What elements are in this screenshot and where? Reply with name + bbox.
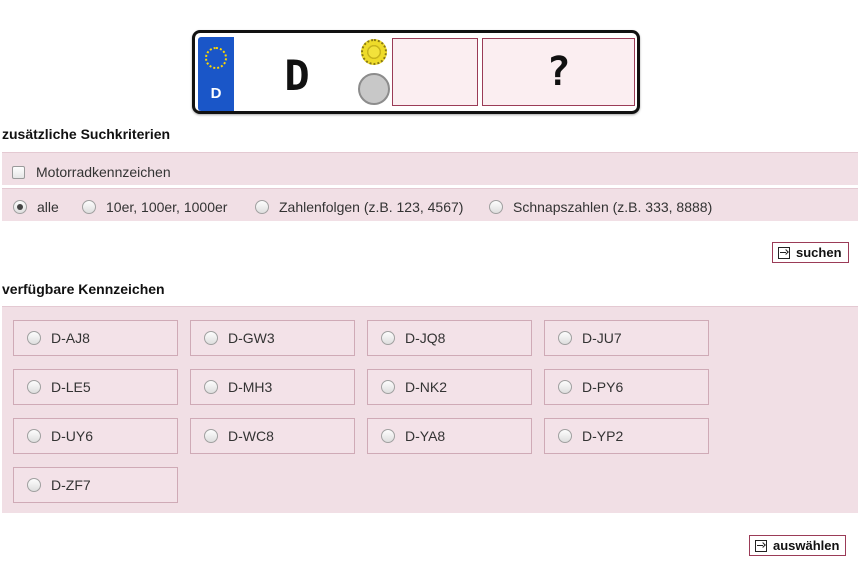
plate-radio[interactable] [27, 478, 41, 492]
plate-option-label: D-NK2 [405, 379, 448, 395]
plate-radio[interactable] [27, 380, 41, 394]
plate-option-label: D-MH3 [228, 379, 273, 395]
plate-radio[interactable] [558, 331, 572, 345]
plate-radio[interactable] [381, 429, 395, 443]
filter-label: Schnapszahlen (z.B. 333, 8888) [513, 199, 713, 215]
plate-option[interactable]: D-PY6 [544, 369, 709, 405]
plate-option-label: D-PY6 [582, 379, 624, 395]
plate-option-label: D-AJ8 [51, 330, 90, 346]
plate-radio[interactable] [204, 380, 218, 394]
filter-label: 10er, 100er, 1000er [106, 199, 228, 215]
plate-radio[interactable] [27, 429, 41, 443]
plate-option[interactable]: D-MH3 [190, 369, 355, 405]
available-plates-panel: D-AJ8 D-GW3 D-JQ8 D-JU7 D-LE5 D-MH3 D-NK… [2, 306, 858, 513]
plate-numbers-field[interactable]: ? [482, 38, 635, 106]
arrow-right-icon [755, 539, 767, 552]
plate-option-label: D-GW3 [228, 330, 275, 346]
search-button[interactable]: suchen [772, 242, 849, 263]
plate-option[interactable]: D-JQ8 [367, 320, 532, 356]
plate-option[interactable]: D-GW3 [190, 320, 355, 356]
plate-option[interactable]: D-WC8 [190, 418, 355, 454]
motorcycle-label: Motorradkennzeichen [36, 164, 171, 180]
filter-label: Zahlenfolgen (z.B. 123, 4567) [279, 199, 464, 215]
plate-option[interactable]: D-ZF7 [13, 467, 178, 503]
arrow-right-icon [778, 246, 790, 259]
inspection-sticker-icon [361, 39, 387, 65]
select-button[interactable]: auswählen [749, 535, 847, 556]
search-button-label: suchen [796, 245, 842, 260]
plate-option[interactable]: D-JU7 [544, 320, 709, 356]
plate-option-label: D-JU7 [582, 330, 622, 346]
filter-radio-all[interactable] [13, 200, 27, 214]
filter-radio-sequences[interactable] [255, 200, 269, 214]
plate-option-label: D-UY6 [51, 428, 94, 444]
plate-option[interactable]: D-AJ8 [13, 320, 178, 356]
plate-option-label: D-JQ8 [405, 330, 446, 346]
eu-band: D [198, 37, 234, 111]
select-button-label: auswählen [773, 538, 840, 553]
plate-option-label: D-YA8 [405, 428, 446, 444]
motorcycle-row: Motorradkennzeichen [2, 152, 858, 185]
filter-option-round[interactable]: 10er, 100er, 1000er [82, 197, 227, 217]
motorcycle-checkbox-label[interactable]: Motorradkennzeichen [12, 162, 171, 182]
plate-option-label: D-YP2 [582, 428, 624, 444]
plate-option[interactable]: D-NK2 [367, 369, 532, 405]
plate-option[interactable]: D-YP2 [544, 418, 709, 454]
plate-radio[interactable] [27, 331, 41, 345]
plate-district: D [284, 50, 310, 100]
plate-radio[interactable] [558, 380, 572, 394]
plate-option[interactable]: D-UY6 [13, 418, 178, 454]
plate-letters-field[interactable] [392, 38, 478, 106]
plate-option-label: D-LE5 [51, 379, 91, 395]
motorcycle-checkbox[interactable] [12, 165, 25, 179]
filter-radio-round[interactable] [82, 200, 96, 214]
number-filter-row: alle 10er, 100er, 1000er Zahlenfolgen (z… [2, 188, 858, 221]
filter-option-sequences[interactable]: Zahlenfolgen (z.B. 123, 4567) [255, 197, 463, 217]
filter-radio-repdigits[interactable] [489, 200, 503, 214]
filter-label: alle [37, 199, 59, 215]
license-plate-preview: D D ? [192, 30, 640, 114]
plate-option[interactable]: D-YA8 [367, 418, 532, 454]
eu-stars-icon [205, 47, 227, 69]
plate-option-label: D-ZF7 [51, 477, 91, 493]
registration-seal-icon [358, 73, 390, 105]
country-code: D [210, 85, 222, 102]
plate-option[interactable]: D-LE5 [13, 369, 178, 405]
search-criteria-heading: zusätzliche Suchkriterien [2, 126, 171, 142]
plate-radio[interactable] [558, 429, 572, 443]
plate-option-label: D-WC8 [228, 428, 274, 444]
filter-option-repdigits[interactable]: Schnapszahlen (z.B. 333, 8888) [489, 197, 712, 217]
available-plates-heading: verfügbare Kennzeichen [2, 281, 165, 297]
filter-option-all[interactable]: alle [13, 197, 59, 217]
plate-radio[interactable] [381, 331, 395, 345]
plate-radio[interactable] [381, 380, 395, 394]
plate-radio[interactable] [204, 331, 218, 345]
plate-radio[interactable] [204, 429, 218, 443]
